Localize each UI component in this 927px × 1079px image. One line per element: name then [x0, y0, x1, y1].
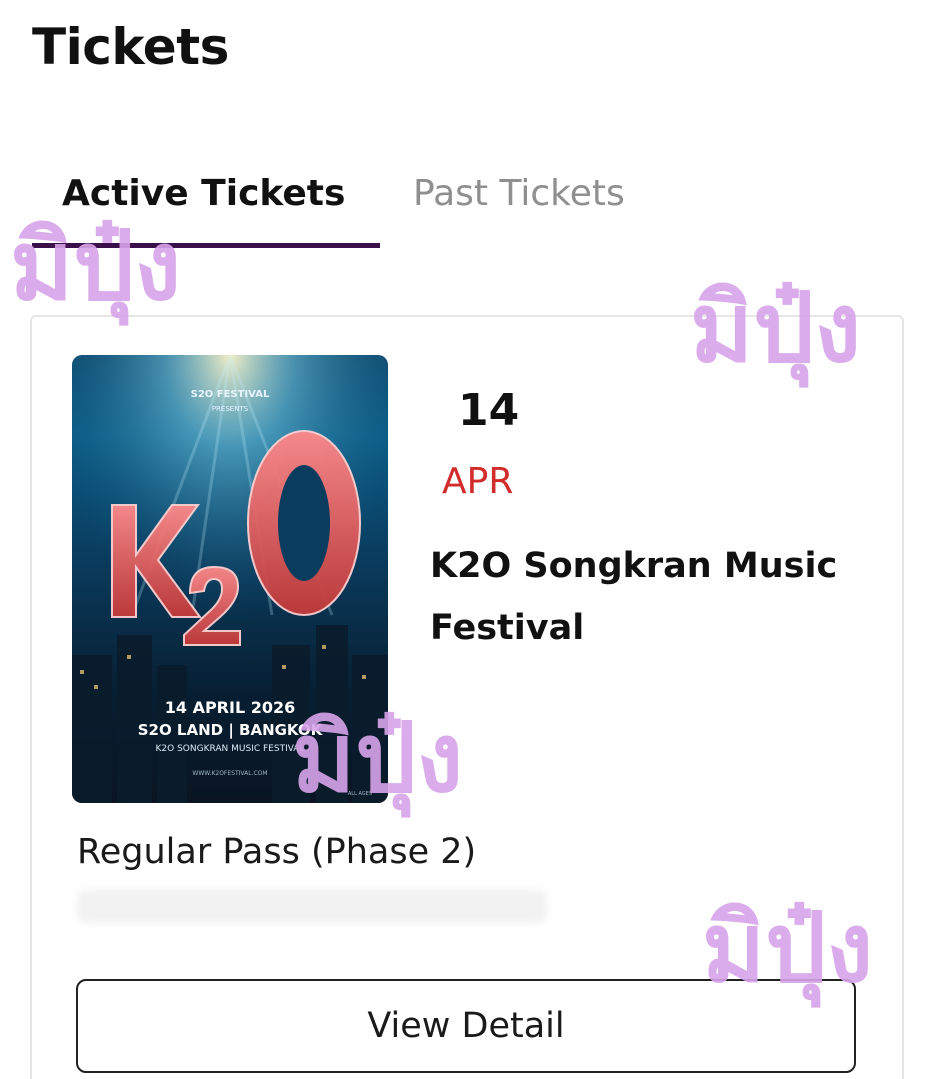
- view-detail-button[interactable]: View Detail: [76, 979, 856, 1073]
- page-title: Tickets: [32, 18, 229, 76]
- poster-artwork: S2O FESTIVAL PRESENTS 14 APRIL 2026 S2O …: [72, 355, 388, 803]
- ticket-tabs: Active Tickets Past Tickets: [0, 165, 927, 255]
- poster-rating-text: ALL AGES: [348, 791, 372, 797]
- poster-date-text: 14 APRIL 2026: [165, 698, 296, 717]
- tab-active-tickets[interactable]: Active Tickets: [62, 173, 345, 214]
- poster-event-text: K2O SONGKRAN MUSIC FESTIVAL: [156, 744, 305, 754]
- active-tab-indicator: [32, 243, 380, 248]
- ticket-card: S2O FESTIVAL PRESENTS 14 APRIL 2026 S2O …: [30, 315, 904, 1079]
- poster-presents-text: PRESENTS: [212, 405, 249, 413]
- event-poster-image: S2O FESTIVAL PRESENTS 14 APRIL 2026 S2O …: [72, 355, 388, 803]
- event-month: APR: [442, 461, 514, 502]
- poster-presenter-text: S2O FESTIVAL: [191, 389, 270, 400]
- event-day: 14: [458, 385, 520, 436]
- tab-past-tickets[interactable]: Past Tickets: [413, 173, 625, 214]
- poster-venue-text: S2O LAND | BANGKOK: [138, 721, 324, 740]
- pass-name: Regular Pass (Phase 2): [77, 832, 477, 872]
- blurred-ticket-info: [77, 889, 547, 923]
- tickets-page: Tickets Active Tickets Past Tickets S2O …: [0, 0, 927, 1079]
- event-name: K2O Songkran Music Festival: [430, 546, 838, 648]
- poster-url-text: WWW.K2OFESTIVAL.COM: [192, 770, 267, 777]
